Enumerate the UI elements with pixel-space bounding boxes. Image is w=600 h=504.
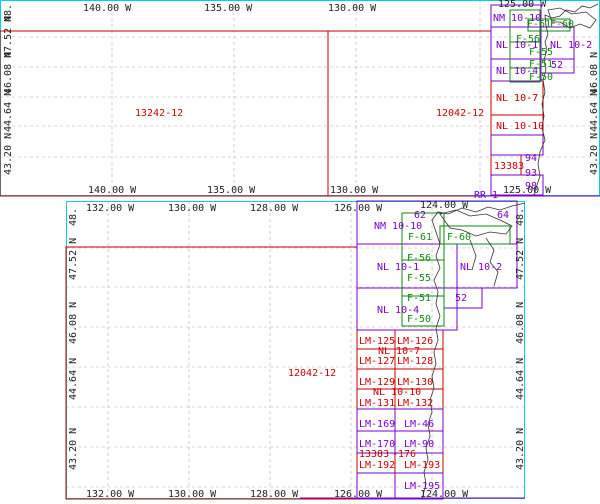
chart-label-f-55[interactable]: F-55: [529, 47, 553, 58]
chart-label-lm-128[interactable]: LM-128: [397, 356, 433, 367]
top-map: 140.00 W 135.00 W 130.00 W 125.00 W 140.…: [0, 0, 600, 197]
chart-label-lm-195[interactable]: LM-195: [404, 481, 440, 492]
chart-label-nl-10-7[interactable]: NL 10-7: [496, 93, 538, 104]
chart-label-lm-193[interactable]: LM-193: [404, 460, 440, 471]
chart-label-lm-192[interactable]: LM-192: [359, 460, 395, 471]
chart-label-f-60[interactable]: F-60: [447, 232, 471, 243]
bottom-lon-label: 128.00 W: [250, 489, 299, 500]
top-lat-label: 48.: [3, 4, 14, 22]
top-lon-label: 135.00 W: [207, 185, 256, 196]
bottom-lon-label: 124.00 W: [420, 200, 469, 211]
bottom-lat-label: 44.64 N: [515, 358, 526, 400]
bottom-lon-label: 128.00 W: [250, 203, 299, 214]
top-lon-label: 140.00 W: [88, 185, 137, 196]
chart-label-13383[interactable]: 13383: [494, 161, 524, 172]
chart-label-lm-46[interactable]: LM-46: [404, 419, 434, 430]
chart-label-nl-10-10[interactable]: NL 10-10: [496, 121, 544, 132]
chart-label-f-51[interactable]: F-51: [407, 293, 431, 304]
chart-label-lm-169[interactable]: LM-169: [359, 419, 395, 430]
top-lat-label: 44.64 N: [3, 90, 14, 132]
chart-label-nl-10-1[interactable]: NL 10-1: [377, 262, 419, 273]
chart-coverage-map: 140.00 W 135.00 W 130.00 W 125.00 W 140.…: [0, 0, 600, 500]
bottom-lat-label: 47.52 N: [68, 238, 79, 280]
chart-label-nl-10-2[interactable]: NL 10-2: [460, 262, 502, 273]
chart-label-f-61[interactable]: F-61: [527, 19, 551, 30]
chart-label-64[interactable]: 64: [497, 210, 509, 221]
chart-label-98[interactable]: 98: [525, 181, 537, 192]
bottom-lat-label: 48.: [68, 208, 79, 226]
chart-label-f-50[interactable]: F-50: [529, 72, 553, 83]
top-lon-label: 125.00 W: [498, 0, 547, 10]
chart-label-f-55[interactable]: F-55: [407, 273, 431, 284]
bottom-lat-label: 48.: [515, 208, 526, 226]
bottom-lat-label: 46.08 N: [515, 302, 526, 344]
chart-label-nl-10-10[interactable]: NL 10-10: [373, 387, 421, 398]
bottom-lat-label: 47.52 N: [515, 238, 526, 280]
bottom-map: 132.00 W 130.00 W 128.00 W 126.00 W 124.…: [65, 190, 526, 500]
top-lat-label: 43.20 N: [3, 133, 14, 175]
bottom-lon-label: 130.00 W: [168, 489, 217, 500]
chart-label-f-61[interactable]: F-61: [408, 232, 432, 243]
top-lon-label: 130.00 W: [330, 185, 379, 196]
bottom-lat-label: 44.64 N: [68, 358, 79, 400]
top-lon-label: 140.00 W: [83, 3, 132, 14]
chart-label-12042[interactable]: 12042-12: [436, 108, 484, 119]
chart-label-13242[interactable]: 13242-12: [135, 108, 183, 119]
bottom-lat-label: 46.08 N: [68, 302, 79, 344]
chart-label-nl-10-2[interactable]: NL 10-2: [550, 40, 592, 51]
top-lat-label: 43.20 N: [589, 133, 600, 175]
chart-label-93[interactable]: 93: [525, 168, 537, 179]
chart-label-94[interactable]: 94: [525, 153, 537, 164]
top-lon-label: 135.00 W: [204, 3, 253, 14]
chart-label-52[interactable]: 52: [455, 293, 467, 304]
chart-label-nm-10-10[interactable]: NM 10-10: [374, 221, 422, 232]
bottom-lon-label: 130.00 W: [168, 203, 217, 214]
chart-label-lm-131[interactable]: LM-131: [359, 398, 395, 409]
top-lat-label: 44.64 N: [589, 90, 600, 132]
bottom-lon-label: 126.00 W: [334, 203, 383, 214]
bottom-lon-label: 132.00 W: [86, 489, 135, 500]
bottom-lat-label: 43.20 N: [68, 428, 79, 470]
chart-label-rr[interactable]: RR 1: [474, 190, 498, 201]
chart-label-f-50[interactable]: F-50: [407, 314, 431, 325]
chart-label-lm-127[interactable]: LM-127: [359, 356, 395, 367]
chart-label-12042[interactable]: 12042-12: [288, 368, 336, 379]
chart-label-f-60[interactable]: F-60: [550, 19, 574, 30]
chart-label-52[interactable]: 52: [551, 60, 563, 71]
bottom-lon-label: 132.00 W: [86, 203, 135, 214]
bottom-lon-label: 126.00 W: [334, 489, 383, 500]
chart-label-13383[interactable]: 13383: [359, 449, 389, 460]
chart-label-lm-132[interactable]: LM-132: [397, 398, 433, 409]
top-lon-label: 130.00 W: [328, 3, 377, 14]
chart-label-62[interactable]: 62: [414, 210, 426, 221]
chart-label-176[interactable]: -176: [392, 449, 416, 460]
top-lat-label: 46.08 N: [589, 52, 600, 94]
bottom-lat-label: 43.20 N: [515, 428, 526, 470]
